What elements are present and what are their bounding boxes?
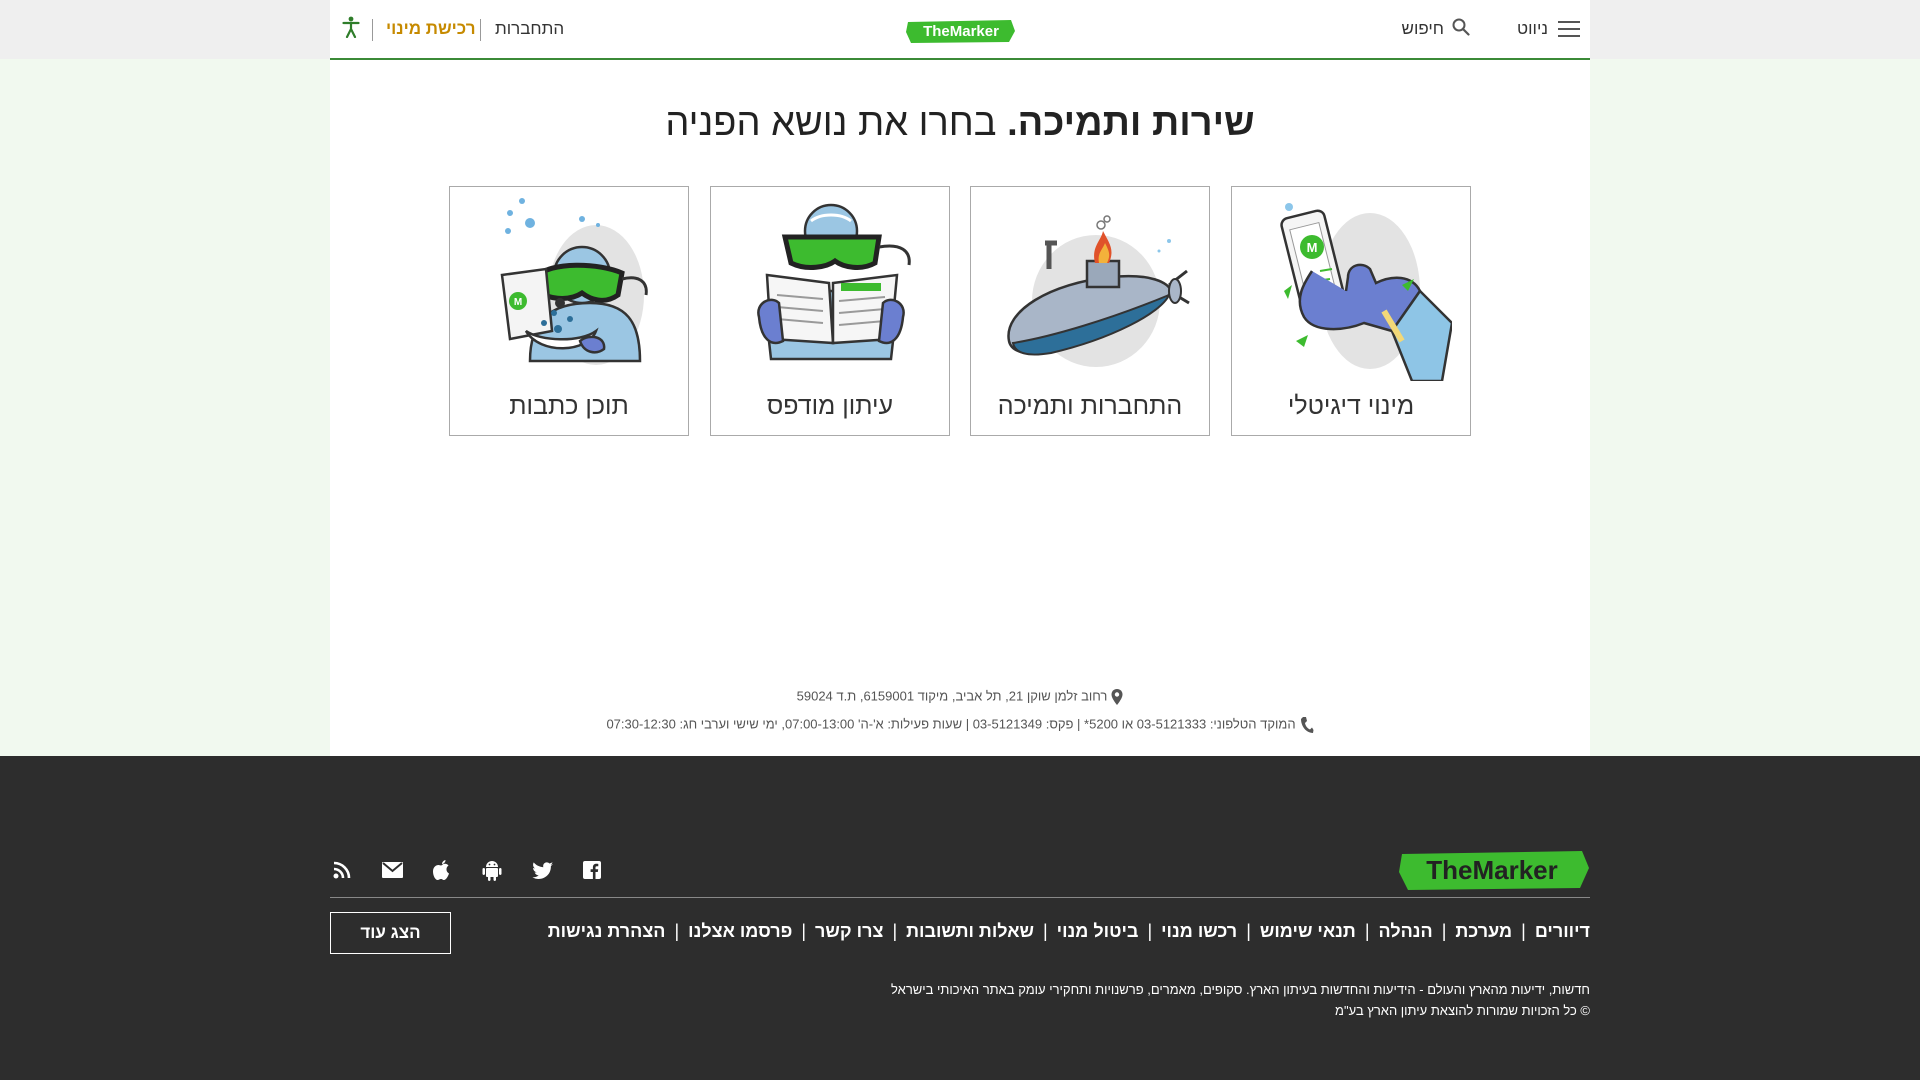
card-login-support[interactable]: התחברות ותמיכה <box>970 186 1210 436</box>
address-text: רחוב זלמן שוקן 21, תל אביב, מיקוד 615900… <box>796 688 1108 704</box>
footer-link-cancel[interactable]: ביטול מנוי <box>1057 921 1139 942</box>
cereal-diver-illustration: M <box>500 198 648 365</box>
footer-separator: | <box>1521 921 1526 941</box>
accessibility-icon <box>342 16 360 43</box>
footer-separator: | <box>1147 921 1153 941</box>
card-printed-newspaper[interactable]: עיתון מודפס <box>710 186 950 436</box>
footer-link-editorial[interactable]: מערכת <box>1455 921 1512 942</box>
menu-label: ניווט <box>1517 19 1548 38</box>
phone-hand-illustration: M <box>1280 203 1452 381</box>
page-title: שירות ותמיכה. בחרו את נושא הפניה <box>330 102 1590 145</box>
card-label: מינוי דיגיטלי <box>1287 392 1415 420</box>
footer-logo[interactable]: TheMarker <box>1398 848 1590 897</box>
mail-icon[interactable] <box>380 858 404 882</box>
subscribe-link[interactable]: רכישת מינוי <box>386 0 476 58</box>
header-logo-text: TheMarker <box>923 23 999 40</box>
footer-link-newsletters[interactable]: דיוורים <box>1535 921 1590 942</box>
footer-link-accessibility[interactable]: הצהרת נגישות <box>548 921 666 942</box>
address-line: רחוב זלמן שוקן 21, תל אביב, מיקוד 615900… <box>330 688 1590 706</box>
menu-button[interactable]: ניווט <box>1517 0 1580 58</box>
footer-separator: | <box>801 921 807 941</box>
site-header: ניווט חיפוש TheMarker התחברות רכישת מינו… <box>330 0 1590 60</box>
facebook-icon[interactable] <box>580 858 604 882</box>
footer-tagline: חדשות, ידיעות מהארץ והעולם - הידיעות והח… <box>891 982 1590 997</box>
header-logo[interactable]: TheMarker <box>905 18 1017 44</box>
footer-separator: | <box>674 921 680 941</box>
footer-divider <box>330 897 1590 898</box>
header-divider <box>372 19 373 41</box>
android-icon[interactable] <box>480 858 504 882</box>
social-links <box>330 858 604 882</box>
phone-line: המוקד הטלפוני: 03-5121333 או 5200* | פקס… <box>330 716 1590 734</box>
footer-nav: דיוורים | מערכת | הנהלה | תנאי שימוש | רכשו … <box>548 921 1590 942</box>
phone-icon <box>1296 716 1314 733</box>
search-label: חיפוש <box>1401 19 1444 38</box>
svg-text:M: M <box>514 297 522 308</box>
footer-link-subscribe[interactable]: רכשו מנוי <box>1161 921 1237 942</box>
rss-icon[interactable] <box>330 858 354 882</box>
card-label: עיתון מודפס <box>766 392 894 420</box>
newspaper-reader-illustration <box>757 203 911 361</box>
login-link[interactable]: התחברות <box>495 0 564 58</box>
search-icon <box>1452 18 1470 41</box>
card-digital-subscription[interactable]: M מינוי דיגיטלי <box>1231 186 1471 436</box>
main-content: שירות ותמיכה. בחרו את נושא הפניה M מינוי… <box>330 60 1590 756</box>
location-pin-icon <box>1107 688 1123 705</box>
footer-link-management[interactable]: הנהלה <box>1379 921 1433 942</box>
page-title-rest: בחרו את נושא הפניה <box>665 102 1008 144</box>
card-label: התחברות ותמיכה <box>997 392 1183 420</box>
footer-logo-text: TheMarker <box>1426 855 1558 885</box>
twitter-icon[interactable] <box>530 858 554 882</box>
card-label: תוכן כתבות <box>509 392 629 420</box>
card-article-content[interactable]: M תוכן כתבות <box>449 186 689 436</box>
footer-separator: | <box>892 921 898 941</box>
apple-icon[interactable] <box>430 858 454 882</box>
page-title-bold: שירות ותמיכה. <box>1007 102 1255 144</box>
footer-link-contact[interactable]: צרו קשר <box>815 921 883 942</box>
footer-link-terms[interactable]: תנאי שימוש <box>1260 921 1356 942</box>
svg-text:M: M <box>1307 240 1318 255</box>
search-button[interactable]: חיפוש <box>1402 0 1470 58</box>
footer-link-advertise[interactable]: פרסמו אצלנו <box>688 921 792 942</box>
footer-separator: | <box>1042 921 1048 941</box>
footer-separator: | <box>1364 921 1370 941</box>
show-more-button[interactable]: הצג עוד <box>330 912 451 954</box>
footer-copyright: © כל הזכויות שמורות להוצאת עיתון הארץ בע… <box>1335 1003 1590 1018</box>
submarine-illustration <box>1007 215 1190 367</box>
header-divider <box>480 19 481 41</box>
footer-separator: | <box>1246 921 1251 941</box>
footer-link-faq[interactable]: שאלות ותשובות <box>906 921 1034 942</box>
accessibility-button[interactable] <box>342 0 360 58</box>
phone-text: המוקד הטלפוני: 03-5121333 או 5200* | פקס… <box>606 716 1296 732</box>
footer-separator: | <box>1441 921 1447 941</box>
site-footer: TheMarker דיוורים | מערכת | הנהלה | תנאי שי… <box>0 756 1920 1080</box>
hamburger-icon <box>1558 21 1580 37</box>
